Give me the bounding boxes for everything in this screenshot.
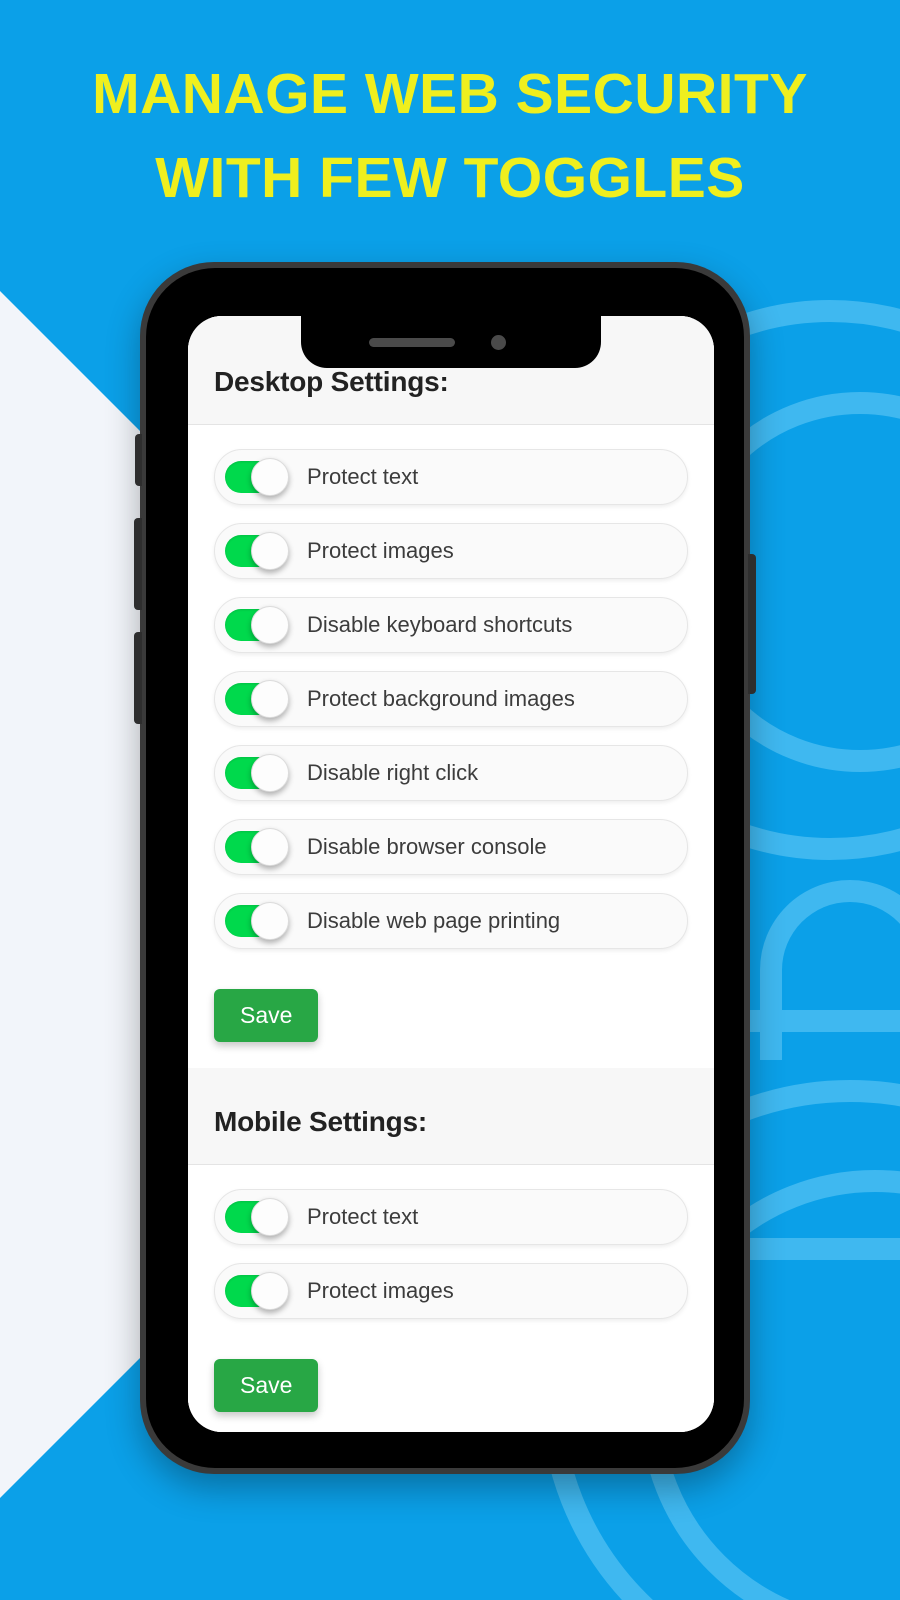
toggle-knob xyxy=(251,1272,289,1310)
settings-page: Desktop Settings: Protect text Protect ima… xyxy=(188,316,714,1432)
section-body-mobile: Protect text Protect images Save xyxy=(188,1165,714,1432)
toggle-knob xyxy=(251,828,289,866)
toggle-knob xyxy=(251,532,289,570)
phone-bezel: Desktop Settings: Protect text Protect ima… xyxy=(146,268,744,1468)
toggle-switch-icon[interactable] xyxy=(225,754,289,792)
toggle-knob xyxy=(251,680,289,718)
toggle-label: Disable web page printing xyxy=(307,908,561,933)
toggle-switch-icon[interactable] xyxy=(225,458,289,496)
save-button-desktop[interactable]: Save xyxy=(214,989,319,1042)
toggle-row[interactable]: Protect background images xyxy=(214,671,688,727)
toggle-label: Disable right click xyxy=(307,760,479,785)
section-header-mobile: Mobile Settings: xyxy=(188,1068,714,1165)
toggle-row[interactable]: Protect images xyxy=(214,1263,688,1319)
headline-line-2: WITH FEW TOGGLES xyxy=(155,146,745,211)
headline: MANAGE WEB SECURITY WITH FEW TOGGLES xyxy=(0,52,900,221)
toggle-switch-icon[interactable] xyxy=(225,902,289,940)
toggle-switch-icon[interactable] xyxy=(225,1272,289,1310)
phone-notch xyxy=(301,316,601,368)
phone-screen: Desktop Settings: Protect text Protect ima… xyxy=(188,316,714,1432)
volume-up-button[interactable] xyxy=(134,518,142,610)
toggle-label: Protect text xyxy=(307,1204,419,1229)
front-camera-icon xyxy=(491,335,506,350)
toggle-switch-icon[interactable] xyxy=(225,1198,289,1236)
toggle-label: Protect text xyxy=(307,464,419,489)
section-title-desktop: Desktop Settings: xyxy=(214,366,449,397)
toggle-switch-icon[interactable] xyxy=(225,680,289,718)
section-title-mobile: Mobile Settings: xyxy=(214,1106,428,1137)
toggle-knob xyxy=(251,754,289,792)
toggle-knob xyxy=(251,458,289,496)
toggle-label: Protect images xyxy=(307,1278,454,1303)
silence-switch[interactable] xyxy=(135,434,142,486)
toggle-label: Disable keyboard shortcuts xyxy=(307,612,573,637)
toggle-row[interactable]: Protect text xyxy=(214,1189,688,1245)
promo-banner: MANAGE WEB SECURITY WITH FEW TOGGLES Des… xyxy=(0,0,900,1600)
phone-mockup: Desktop Settings: Protect text Protect ima… xyxy=(134,262,756,1474)
save-button-mobile[interactable]: Save xyxy=(214,1359,319,1412)
toggle-row[interactable]: Disable keyboard shortcuts xyxy=(214,597,688,653)
toggle-row[interactable]: Protect images xyxy=(214,523,688,579)
toggle-knob xyxy=(251,902,289,940)
toggle-switch-icon[interactable] xyxy=(225,606,289,644)
speaker-grille-icon xyxy=(369,338,455,347)
power-button[interactable] xyxy=(748,554,756,694)
headline-line-1: MANAGE WEB SECURITY xyxy=(92,62,808,126)
toggle-row[interactable]: Disable web page printing xyxy=(214,893,688,949)
toggle-row[interactable]: Disable browser console xyxy=(214,819,688,875)
toggle-knob xyxy=(251,1198,289,1236)
toggle-row[interactable]: Disable right click xyxy=(214,745,688,801)
toggle-label: Protect images xyxy=(307,538,454,563)
volume-down-button[interactable] xyxy=(134,632,142,724)
section-body-desktop: Protect text Protect images Disable keyboa… xyxy=(188,425,714,1068)
toggle-label: Disable browser console xyxy=(307,834,547,859)
toggle-switch-icon[interactable] xyxy=(225,828,289,866)
toggle-row[interactable]: Protect text xyxy=(214,449,688,505)
toggle-label: Protect background images xyxy=(307,686,575,711)
toggle-switch-icon[interactable] xyxy=(225,532,289,570)
toggle-knob xyxy=(251,606,289,644)
